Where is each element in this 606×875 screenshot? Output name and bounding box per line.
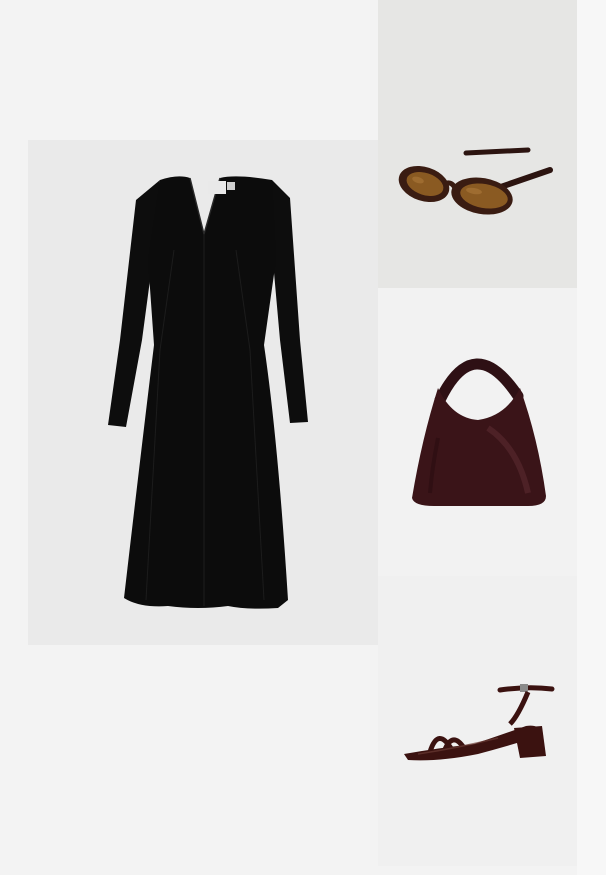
product-tile-bag[interactable] xyxy=(378,288,577,576)
sandal-icon xyxy=(404,684,555,761)
dress-label-tag xyxy=(208,181,226,194)
dress-icon xyxy=(108,176,308,609)
bag-icon xyxy=(412,358,546,506)
product-tile-sunglasses[interactable] xyxy=(378,0,577,288)
product-tile-dress[interactable] xyxy=(28,140,378,645)
page-margin-strip xyxy=(577,0,606,875)
sunglasses-icon xyxy=(398,147,553,215)
product-tile-sandal[interactable] xyxy=(378,576,577,866)
